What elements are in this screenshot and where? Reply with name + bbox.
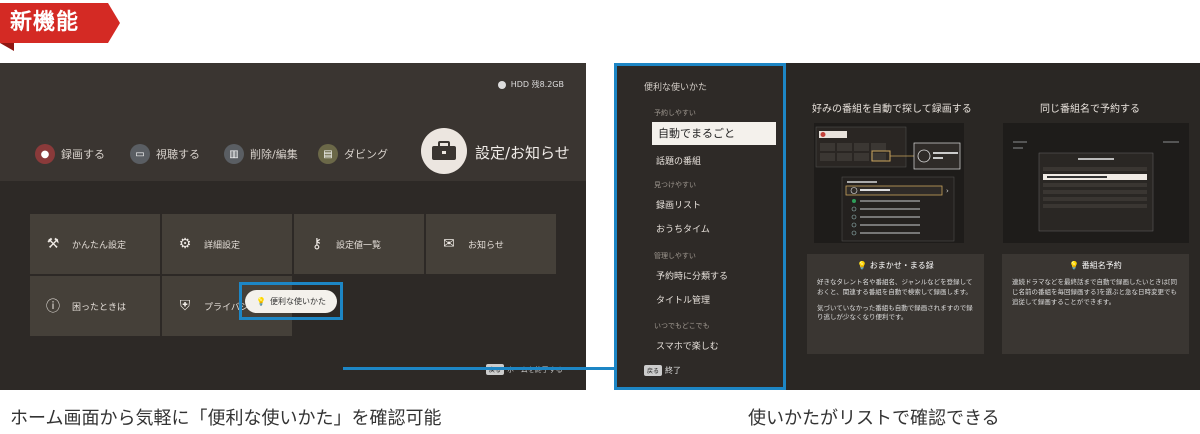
menu-dubbing[interactable]: ▤ ダビング: [318, 144, 388, 164]
new-feature-badge: 新機能: [0, 3, 120, 43]
tile-settings-list[interactable]: ⚷ 設定値一覧: [294, 214, 424, 274]
menu-watch[interactable]: ▭ 視聴する: [130, 144, 200, 164]
svg-text:›: ›: [946, 187, 949, 195]
card-2-desc-title: 番組名予約: [1081, 261, 1122, 270]
card-2-title: 同じ番組名で予約する: [1040, 104, 1140, 115]
hdd-label: HDD 残8.2GB: [510, 80, 564, 89]
record-icon: ●: [35, 144, 55, 164]
tile-settings-list-label: 設定値一覧: [336, 240, 382, 251]
tv-icon: ▭: [130, 144, 150, 164]
menu-record[interactable]: ● 録画する: [35, 144, 105, 164]
mail-icon: ✉: [443, 236, 455, 252]
card-2-desc-text: 連続ドラマなどを最終話まで自動で録画したいときは[同じ名前の番組を毎回録画する]…: [1012, 278, 1178, 306]
tile-advanced-settings[interactable]: ⚙ 詳細設定: [162, 214, 292, 274]
card-1-title: 好みの番組を自動で探して録画する: [812, 104, 972, 115]
tile-notifications-label: お知らせ: [468, 240, 504, 251]
settings-label: 設定/お知らせ: [475, 144, 570, 162]
card-1-desc-text: 好きなタレント名や番組名、ジャンルなどを登録しておくと、関連する番組を自動で検索…: [817, 278, 973, 296]
tools-icon: ⚒: [46, 236, 60, 252]
menu-delete-edit[interactable]: ▥ 削除/編集: [224, 144, 298, 164]
tips-button-highlight: [239, 282, 343, 320]
menu-record-label: 録画する: [61, 148, 105, 161]
card-1-description: 💡 おまかせ・まる録 好きなタレント名や番組名、ジャンルなどを登録しておくと、関…: [807, 254, 984, 354]
home-screen: HDD 残8.2GB ● 録画する ▭ 視聴する ▥ 削除/編集 ▤ ダビング …: [0, 63, 586, 390]
menu-delete-edit-label: 削除/編集: [250, 148, 298, 161]
card-2-screenshot: [1003, 123, 1189, 243]
badge-ribbon-fold: [0, 43, 14, 51]
card-1-screenshot: ›: [814, 123, 964, 243]
menu-watch-label: 視聴する: [156, 148, 200, 161]
card-1-illustration: ›: [815, 126, 961, 242]
card-2-desc-title-row: 💡 番組名予約: [1012, 260, 1179, 272]
tile-troubleshooting-label: 困ったときは: [72, 302, 127, 313]
tile-advanced-settings-label: 詳細設定: [204, 240, 241, 251]
menu-dubbing-label: ダビング: [344, 148, 388, 161]
info-icon: ⓘ: [46, 299, 60, 315]
dubbing-icon: ▤: [318, 144, 338, 164]
settings-menu-button[interactable]: [421, 128, 467, 174]
hdd-status: HDD 残8.2GB: [497, 79, 564, 90]
caption-left: ホーム画面から気軽に「便利な使いかた」を確認可能: [10, 408, 442, 429]
card-2-illustration: [1003, 123, 1189, 243]
card-2-description: 💡 番組名予約 連続ドラマなどを最終話まで自動で録画したいときは[同じ名前の番組…: [1002, 254, 1189, 354]
card-1-desc-title: おまかせ・まる録: [869, 261, 934, 270]
wrench-icon: ⚙: [178, 236, 192, 252]
hdd-icon: [497, 80, 506, 89]
trash-icon: ▥: [224, 144, 244, 164]
tile-notifications[interactable]: ✉ お知らせ: [426, 214, 556, 274]
card-1-desc-text2: 気づいていなかった番組も自動で録画されますので録り逃しが少なくなり便利です。: [817, 303, 973, 322]
lightbulb-icon: 💡: [1069, 261, 1080, 270]
card-1-desc-title-row: 💡 おまかせ・まる録: [817, 260, 974, 272]
tile-troubleshooting[interactable]: ⓘ 困ったときは: [30, 276, 160, 336]
toolbox-icon: [432, 141, 456, 160]
lightbulb-icon: 💡: [857, 261, 868, 270]
highlight-connector-line: [343, 367, 615, 370]
key-icon: ⚷: [311, 236, 323, 252]
shield-icon: ⛨: [179, 298, 191, 314]
tile-easy-setup[interactable]: ⚒ かんたん設定: [30, 214, 160, 274]
tile-easy-setup-label: かんたん設定: [72, 240, 127, 251]
tips-sidebar-highlight: [614, 63, 786, 390]
caption-right: 使いかたがリストで確認できる: [748, 408, 1000, 429]
